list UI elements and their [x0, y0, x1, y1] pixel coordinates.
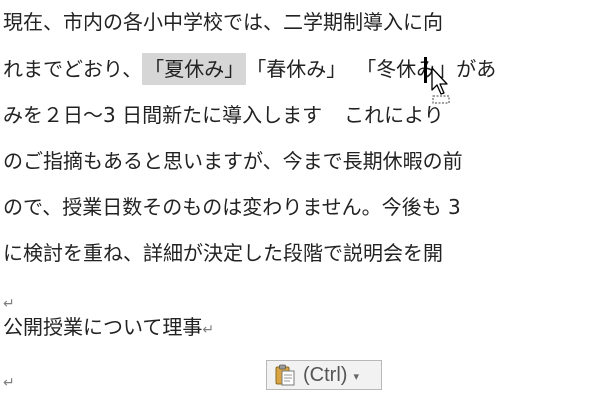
mouse-pointer-icon: [431, 67, 450, 104]
selected-text[interactable]: 「夏休み」: [142, 53, 247, 85]
paragraph-mark: ↵: [3, 296, 15, 312]
line-text: これにより: [344, 103, 444, 127]
heading-line: 公開授業について理事↵: [3, 311, 214, 343]
text-line: 現在、市内の各小中学校では、二学期制導入に向: [3, 6, 443, 38]
chevron-down-icon: ▾: [353, 370, 359, 383]
paragraph-mark: ↵: [3, 375, 15, 391]
empty-paragraph: ↵: [3, 364, 15, 396]
text-line: に検討を重ね、詳細が決定した段階で説明会を開: [3, 237, 443, 269]
text-line: みを２日～3 日間新たに導入します これにより: [3, 99, 444, 131]
line-text: ので、授業日数そのものは変わりません。今後も 3: [3, 195, 461, 219]
clipboard-icon: [273, 363, 297, 387]
text-line: れまでどおり、「夏休み」「春休み」「冬休み」があ: [3, 53, 496, 85]
line-text: に検討を重ね、詳細が決定した段階で説明会を開: [3, 241, 443, 265]
text-line: ので、授業日数そのものは変わりません。今後も 3: [3, 191, 461, 223]
line-text: みを２日～3 日間新たに導入します: [3, 103, 323, 127]
paste-options-button[interactable]: (Ctrl) ▾: [266, 360, 382, 390]
heading-text: 公開授業について理事: [3, 315, 203, 339]
text-caret: [424, 57, 427, 83]
line-text: 現在、市内の各小中学校では、二学期制導入に向: [3, 10, 443, 34]
document-area[interactable]: 現在、市内の各小中学校では、二学期制導入に向 れまでどおり、 「夏休み」 「春休み」…: [0, 0, 600, 400]
line-text: れまでどおり、: [3, 57, 143, 81]
paragraph-mark: ↵: [202, 322, 215, 338]
paste-options-label: (Ctrl): [303, 363, 348, 386]
line-text: 「春休み」: [246, 57, 347, 81]
line-text: のご指摘もあると思いますが、今まで長期休暇の前: [3, 149, 463, 173]
text-line: のご指摘もあると思いますが、今まで長期休暇の前: [3, 145, 463, 177]
